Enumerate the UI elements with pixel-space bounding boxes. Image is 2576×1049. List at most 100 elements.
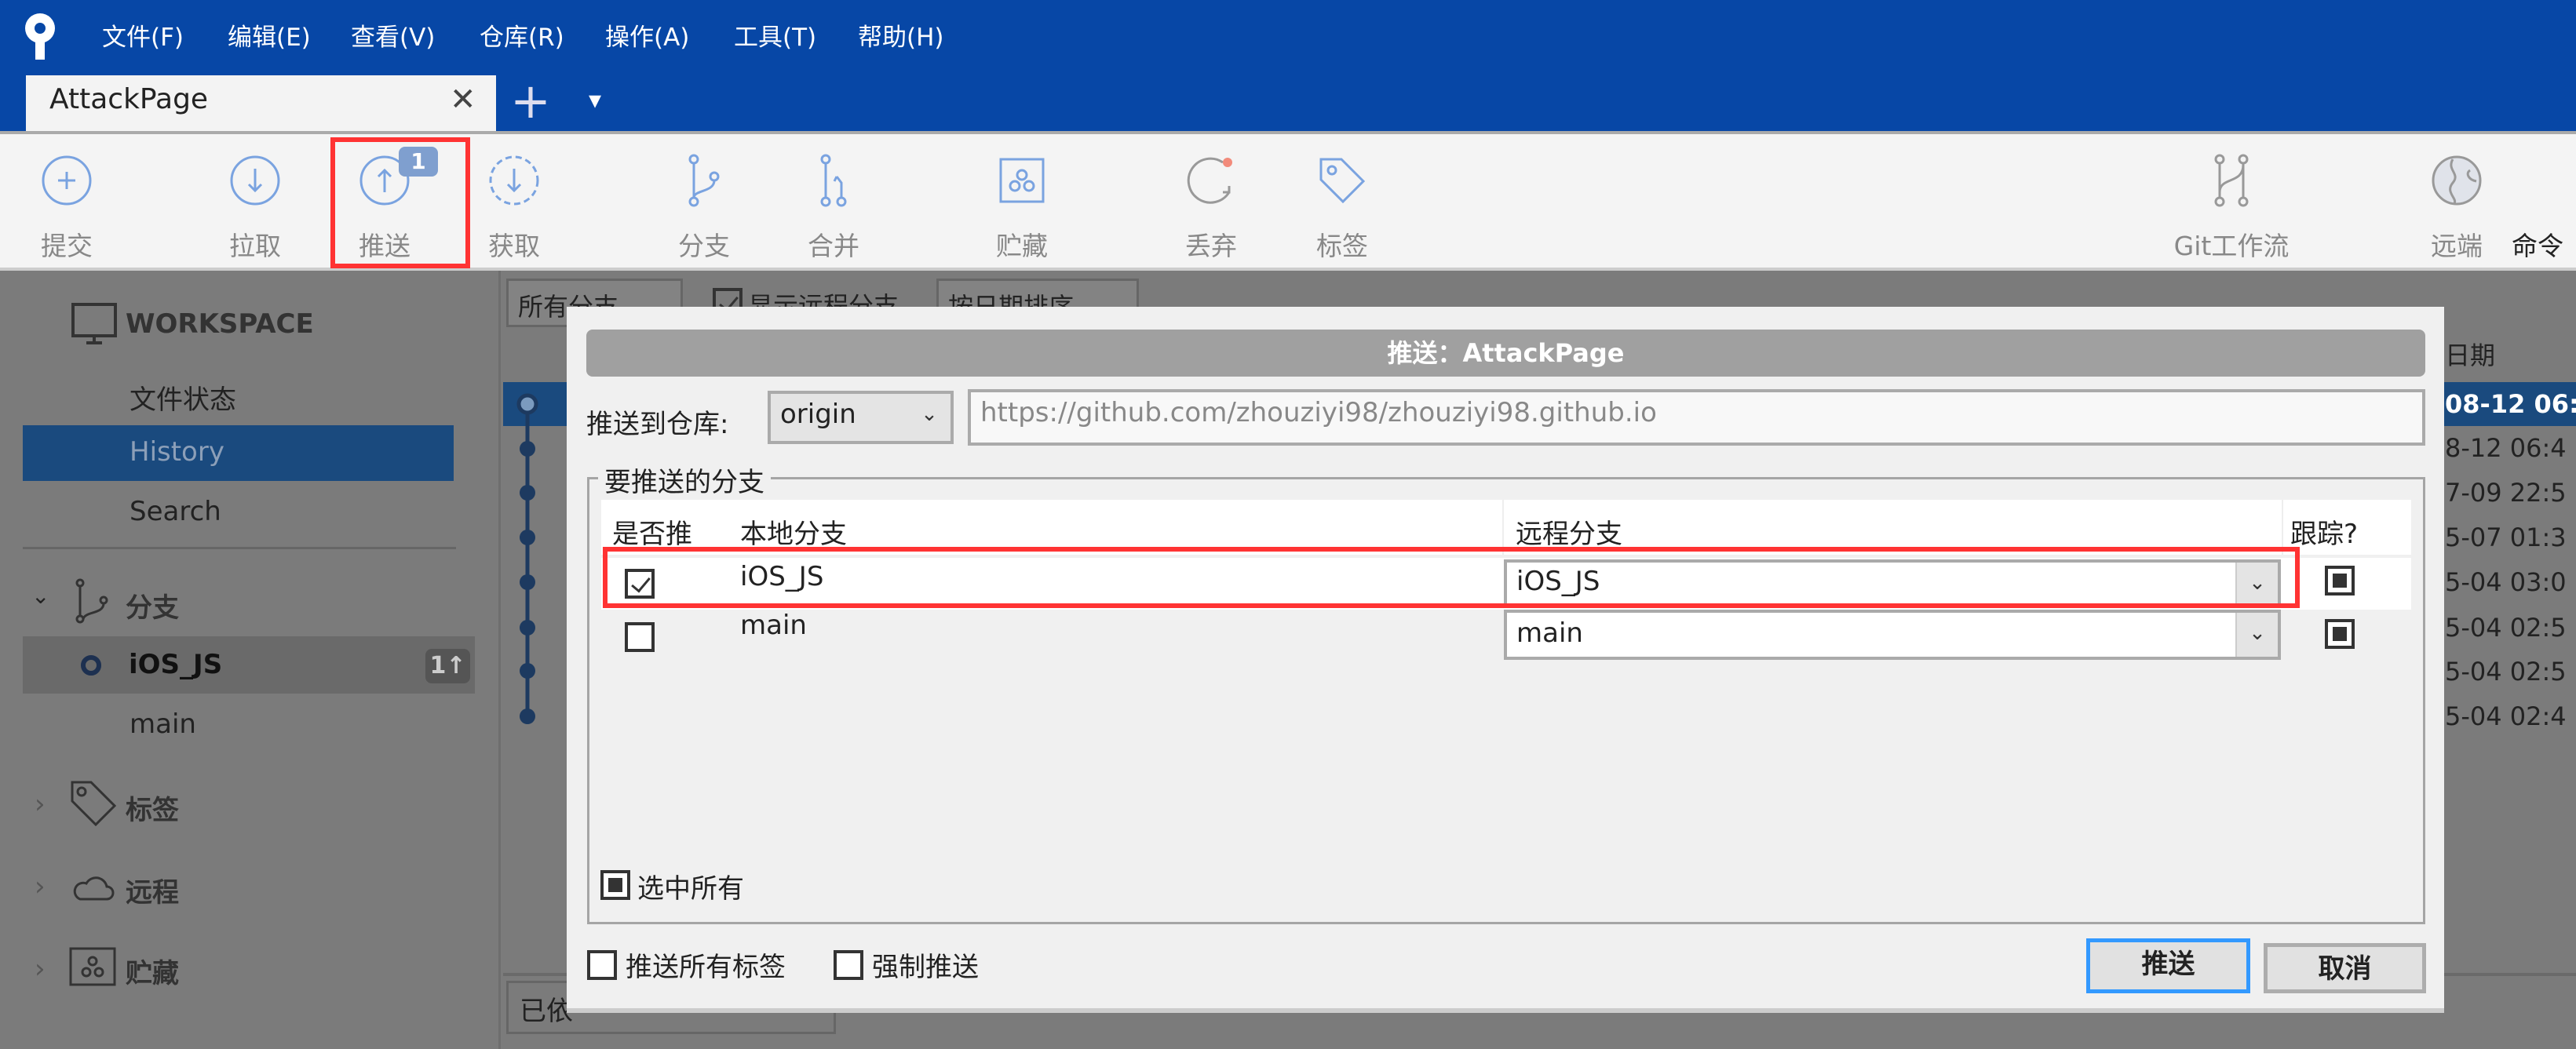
fetch-button[interactable]: 获取 [451,153,577,263]
column-header-push: 是否推 [612,519,692,550]
branches-header[interactable]: 分支 [126,586,179,625]
chevron-down-icon[interactable]: ⌄ [31,583,49,609]
select-all-label: 选中所有 [637,873,744,905]
chevron-down-icon: ⌄ [921,402,938,426]
new-tab-plus-icon[interactable]: + [510,72,551,129]
tab-attackpage[interactable]: AttackPage ✕ [26,75,496,131]
stashes-header[interactable]: 贮藏 [126,952,179,990]
menu-edit[interactable]: 编辑(E) [228,17,311,53]
pull-button[interactable]: 拉取 [192,153,318,263]
menu-actions[interactable]: 操作(A) [605,17,689,53]
branch-item-main[interactable]: main [130,708,196,740]
tags-header[interactable]: 标签 [126,789,179,827]
tab-title: AttackPage [49,83,209,115]
stash-button[interactable]: 贮藏 [959,153,1085,263]
force-push-checkbox[interactable] [834,950,863,980]
terminal-button[interactable]: 命令 [2512,153,2576,263]
commit-node [516,393,538,415]
menu-repository[interactable]: 仓库(R) [480,17,564,53]
chevron-down-icon: ⌄ [2235,613,2278,657]
sidebar-item-search[interactable]: Search [130,496,221,527]
date-column-header[interactable]: 日期 [2445,333,2576,378]
push-all-tags-label: 推送所有标签 [626,952,786,983]
remote-branch-select[interactable]: main ⌄ [1504,610,2281,660]
commit-date: 7-09 22:5 [2445,478,2567,508]
commit-node [520,663,535,679]
chevron-right-icon[interactable]: › [35,789,46,820]
merge-button[interactable]: 合并 [771,153,896,263]
commit-date: 5-04 02:5 [2445,613,2567,643]
commit-node [520,574,535,590]
tab-list-chevron-icon[interactable]: ▾ [589,85,601,115]
remotes-header[interactable]: 远程 [126,871,179,909]
push-confirm-button[interactable]: 推送 [2086,938,2250,993]
globe-icon [2432,155,2482,206]
table-row[interactable]: main main ⌄ [601,610,2411,665]
gitflow-button[interactable]: Git工作流 [2169,153,2294,263]
commit-node [520,485,535,501]
commit-node [520,620,535,636]
menu-help[interactable]: 帮助(H) [858,17,944,53]
cancel-button[interactable]: 取消 [2264,943,2426,993]
select-all-checkbox[interactable] [600,870,630,900]
column-header-track: 跟踪? [2290,519,2359,550]
sourcetree-logo-icon [25,13,55,60]
sidebar-item-file-status[interactable]: 文件状态 [130,378,236,417]
discard-button[interactable]: 丢弃 [1148,153,1274,263]
sidebar: WORKSPACE 文件状态 History Search ⌄ 分支 iOS_J… [0,271,501,1049]
workspace-header: WORKSPACE [126,308,314,340]
row-highlight [603,547,2300,608]
push-button-highlight [330,137,470,268]
close-tab-icon[interactable]: ✕ [450,82,476,118]
chevron-right-icon[interactable]: › [35,953,46,985]
arrow-down-circle-icon [230,155,280,206]
branch-icon [688,154,720,207]
ahead-count-badge: 1↑ [425,649,470,683]
commit-date: 5-04 03:0 [2445,567,2567,597]
commit-button[interactable]: 提交 [4,153,130,263]
chevron-right-icon[interactable]: › [35,871,46,902]
push-checkbox[interactable] [625,622,655,652]
menu-tools[interactable]: 工具(T) [734,17,816,53]
title-menu-bar: 文件(F) 编辑(E) 查看(V) 仓库(R) 操作(A) 工具(T) 帮助(H… [0,0,2576,131]
tag-icon [71,781,117,826]
branch-button[interactable]: 分支 [641,153,767,263]
menu-view[interactable]: 查看(V) [351,17,435,53]
column-header-remote: 远程分支 [1516,519,1622,550]
commit-node [520,441,535,457]
force-push-label: 强制推送 [872,952,979,983]
stash-icon [69,947,116,986]
commit-date: 5-07 01:3 [2445,523,2567,552]
tag-button[interactable]: 标签 [1279,153,1405,263]
commit-node [520,708,535,724]
push-dialog: 推送：AttackPage 推送到仓库: origin ⌄ https://git… [567,307,2444,1013]
commit-graph [516,393,538,724]
merge-icon [820,154,847,207]
fetch-icon [489,155,539,206]
column-header-local: 本地分支 [740,519,847,550]
terminal-icon [2531,153,2576,208]
tag-icon [1319,158,1366,204]
push-all-tags-checkbox[interactable] [587,950,617,980]
current-branch-icon [81,655,101,676]
remote-url-field[interactable]: https://github.com/zhouziyi98/zhouziyi98… [968,389,2425,446]
commit-date: 08-12 06:5 [2445,389,2576,419]
monitor-icon [71,303,117,344]
stash-icon [999,158,1045,203]
commit-node [520,530,535,545]
sidebar-item-history[interactable]: History [23,425,454,481]
remote-button[interactable]: 远端 [2394,153,2519,263]
commit-date: 5-04 02:5 [2445,657,2567,687]
cloud-icon [73,876,115,901]
menu-file[interactable]: 文件(F) [102,17,184,53]
track-checkbox[interactable] [2325,619,2355,649]
branch-item-ios-js[interactable]: iOS_JS 1↑ [23,636,475,694]
commit-date: 5-04 02:4 [2445,701,2567,731]
dialog-title: 推送：AttackPage [586,330,2425,377]
repo-label: 推送到仓库: [586,409,729,440]
plus-circle-icon [42,155,92,206]
discard-icon [1187,157,1232,204]
remote-repo-select[interactable]: origin ⌄ [768,391,954,444]
local-branch: main [740,610,807,641]
track-checkbox[interactable] [2325,566,2355,596]
